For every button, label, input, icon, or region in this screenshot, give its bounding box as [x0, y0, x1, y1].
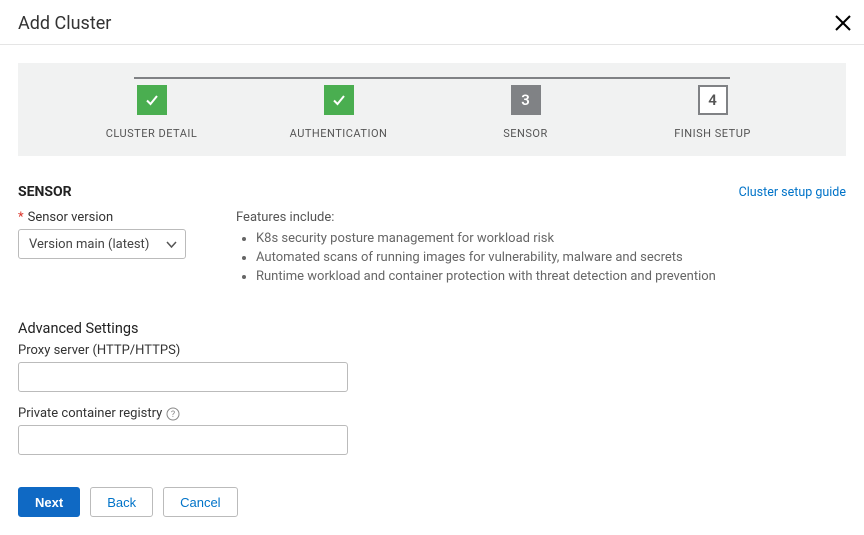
step-box-2 — [324, 85, 354, 115]
chevron-down-icon — [166, 237, 177, 252]
stepper: CLUSTER DETAIL AUTHENTICATION 3 SENSOR 4… — [18, 63, 846, 156]
modal-title: Add Cluster — [18, 13, 111, 34]
advanced-title: Advanced Settings — [18, 320, 846, 337]
step-box-3: 3 — [511, 85, 541, 115]
feature-item: Automated scans of running images for vu… — [256, 250, 846, 265]
check-icon — [331, 92, 347, 108]
step-authentication: AUTHENTICATION — [245, 85, 432, 140]
sensor-version-label: * Sensor version — [18, 210, 186, 225]
registry-help-icon[interactable]: ? — [166, 407, 180, 421]
sensor-version-field: * Sensor version Version main (latest) — [18, 210, 186, 288]
step-box-1 — [137, 85, 167, 115]
step-finish: 4 FINISH SETUP — [619, 85, 806, 140]
section-title: SENSOR — [18, 184, 72, 200]
proxy-input[interactable] — [18, 362, 348, 392]
question-icon: ? — [166, 407, 180, 421]
sensor-version-selected: Version main (latest) — [29, 237, 149, 252]
close-icon — [834, 14, 852, 32]
step-label: SENSOR — [503, 127, 548, 140]
feature-item: K8s security posture management for work… — [256, 231, 846, 246]
back-button[interactable]: Back — [90, 487, 153, 517]
svg-text:?: ? — [171, 410, 175, 420]
step-label: FINISH SETUP — [674, 127, 751, 140]
step-sensor: 3 SENSOR — [432, 85, 619, 140]
feature-item: Runtime workload and container protectio… — [256, 269, 846, 284]
cluster-setup-guide-link[interactable]: Cluster setup guide — [739, 185, 846, 200]
advanced-settings: Advanced Settings Proxy server (HTTP/HTT… — [18, 320, 846, 455]
next-button[interactable]: Next — [18, 487, 80, 517]
step-label: CLUSTER DETAIL — [106, 127, 198, 140]
registry-label: Private container registry — [18, 406, 162, 421]
features-heading: Features include: — [236, 210, 846, 225]
step-box-4: 4 — [698, 85, 728, 115]
cancel-button[interactable]: Cancel — [163, 487, 237, 517]
registry-input[interactable] — [18, 425, 348, 455]
step-cluster-detail: CLUSTER DETAIL — [58, 85, 245, 140]
required-indicator: * — [18, 210, 24, 225]
footer: Next Back Cancel — [0, 469, 864, 535]
modal-header: Add Cluster — [0, 0, 864, 45]
features-list: Features include: K8s security posture m… — [236, 210, 846, 288]
sensor-version-select[interactable]: Version main (latest) — [18, 229, 186, 259]
proxy-label: Proxy server (HTTP/HTTPS) — [18, 343, 846, 358]
step-label: AUTHENTICATION — [290, 127, 388, 140]
check-icon — [144, 92, 160, 108]
close-button[interactable] — [832, 12, 854, 34]
sensor-version-label-text: Sensor version — [28, 210, 114, 225]
